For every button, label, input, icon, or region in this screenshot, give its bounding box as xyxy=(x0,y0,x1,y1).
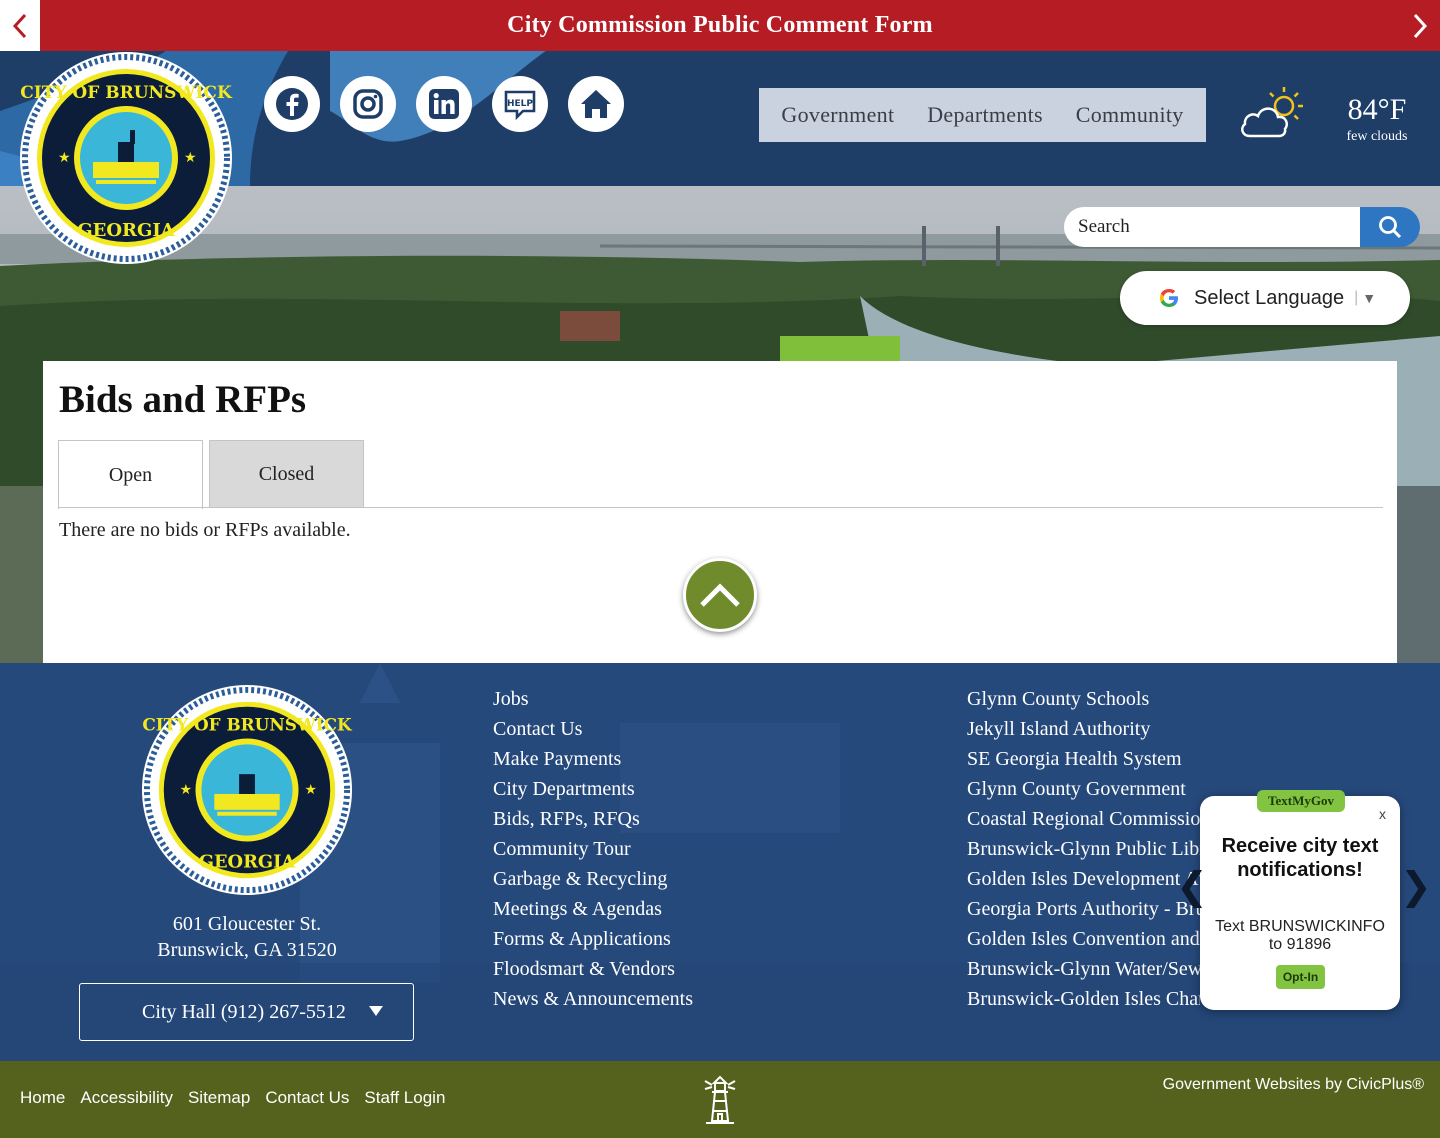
alert-prev-button[interactable] xyxy=(0,0,40,51)
tab-divider xyxy=(58,507,1383,508)
page-title: Bids and RFPs xyxy=(59,378,307,421)
external-link[interactable]: Glynn County Schools xyxy=(967,686,1200,716)
tab-closed[interactable]: Closed xyxy=(209,440,364,508)
google-icon xyxy=(1160,289,1178,307)
weather-temperature: 84°F xyxy=(1347,93,1407,126)
carousel-next-arrow[interactable]: ❯ xyxy=(1400,864,1432,908)
linkedin-icon xyxy=(429,89,459,119)
language-selector[interactable]: Select Language | ▼ xyxy=(1120,271,1410,325)
seal-bottom-text: GEORGIA xyxy=(77,220,176,241)
language-separator: | xyxy=(1354,289,1359,306)
close-icon[interactable]: x xyxy=(1379,806,1386,822)
bottom-link-sitemap[interactable]: Sitemap xyxy=(188,1088,250,1108)
external-link[interactable]: SE Georgia Health System xyxy=(967,746,1200,776)
facebook-icon xyxy=(276,88,308,120)
alert-link[interactable]: City Commission Public Comment Form xyxy=(507,12,933,39)
external-link[interactable]: Coastal Regional Commission xyxy=(967,806,1200,836)
partly-cloudy-icon xyxy=(1241,87,1303,138)
external-link[interactable]: Glynn County Government xyxy=(967,776,1200,806)
footer-link-forms[interactable]: Forms & Applications xyxy=(493,926,693,956)
nav-community[interactable]: Community xyxy=(1076,102,1184,128)
tab-open[interactable]: Open xyxy=(58,440,203,509)
weather-condition: few clouds xyxy=(1346,129,1408,144)
bottom-link-contact[interactable]: Contact Us xyxy=(265,1088,349,1108)
footer-link-meetings[interactable]: Meetings & Agendas xyxy=(493,896,693,926)
footer-seal-top-text: CITY OF BRUNSWICK xyxy=(142,715,353,735)
bottom-bar: Home Accessibility Sitemap Contact Us St… xyxy=(0,1061,1440,1138)
bottom-links: Home Accessibility Sitemap Contact Us St… xyxy=(20,1088,445,1108)
svg-text:★: ★ xyxy=(304,782,316,798)
caret-down-icon: ▼ xyxy=(1362,290,1377,306)
linkedin-link[interactable] xyxy=(416,76,472,132)
textmygov-instructions: Text BRUNSWICKINFO to 91896 xyxy=(1215,918,1385,953)
external-link[interactable]: Golden Isles Development Authority xyxy=(967,866,1200,896)
address-street: 601 Gloucester St. xyxy=(172,913,322,935)
external-link[interactable]: Golden Isles Convention and Visitors Bur… xyxy=(967,926,1200,956)
search-icon xyxy=(1379,216,1402,239)
nav-departments[interactable]: Departments xyxy=(927,102,1043,128)
search-input[interactable] xyxy=(1064,207,1360,247)
alert-bar: City Commission Public Comment Form xyxy=(0,0,1440,51)
phone-dropdown[interactable]: City Hall (912) 267-5512 xyxy=(79,983,414,1041)
footer-seal-bottom-text: GEORGIA xyxy=(199,851,297,872)
address-city: Brunswick, GA 31520 xyxy=(157,939,337,961)
external-link[interactable]: Brunswick-Glynn Public Library xyxy=(967,836,1200,866)
svg-text:★: ★ xyxy=(58,150,71,166)
seal-top-text: CITY OF BRUNSWICK xyxy=(20,83,233,103)
footer-link-bids[interactable]: Bids, RFPs, RFQs xyxy=(493,806,693,836)
help-icon-label: HELP xyxy=(507,99,533,109)
footer-link-floodsmart[interactable]: Floodsmart & Vendors xyxy=(493,956,693,986)
external-link[interactable]: Brunswick-Golden Isles Chamber xyxy=(967,986,1200,1016)
opt-in-button[interactable]: Opt-In xyxy=(1276,965,1325,989)
help-icon: HELP xyxy=(504,90,536,121)
chevron-left-icon xyxy=(12,13,27,38)
civicplus-credit-link[interactable]: Government Websites by CivicPlus® xyxy=(1163,1076,1424,1094)
footer-link-contact[interactable]: Contact Us xyxy=(493,716,693,746)
textmygov-popup: TextMyGov x Receive city text notificati… xyxy=(1200,790,1400,1010)
external-link[interactable]: Jekyll Island Authority xyxy=(967,716,1200,746)
external-link[interactable]: Brunswick-Glynn Water/Sewer xyxy=(967,956,1200,986)
facebook-link[interactable] xyxy=(264,76,320,132)
caret-down-icon xyxy=(369,1006,383,1016)
footer-link-garbage[interactable]: Garbage & Recycling xyxy=(493,866,693,896)
search-button[interactable] xyxy=(1360,207,1420,247)
footer-quick-links: Jobs Contact Us Make Payments City Depar… xyxy=(493,686,693,1016)
bottom-link-accessibility[interactable]: Accessibility xyxy=(80,1088,173,1108)
phone-label: City Hall (912) 267-5512 xyxy=(142,1000,346,1023)
footer-link-news[interactable]: News & Announcements xyxy=(493,986,693,1016)
help-link[interactable]: HELP xyxy=(492,76,548,132)
home-icon xyxy=(581,90,611,118)
bottom-link-staff-login[interactable]: Staff Login xyxy=(364,1088,445,1108)
chevron-right-icon xyxy=(1413,13,1428,38)
lighthouse-icon xyxy=(704,1075,736,1124)
carousel-prev-arrow[interactable]: ❮ xyxy=(1176,864,1208,908)
language-label: Select Language xyxy=(1194,286,1345,309)
main-content: Bids and RFPs Open Closed There are no b… xyxy=(43,361,1397,663)
nav-government[interactable]: Government xyxy=(781,102,894,128)
city-seal-logo[interactable]: CITY OF BRUNSWICK GEORGIA ★ ★ xyxy=(18,50,234,266)
footer-external-links: Glynn County Schools Jekyll Island Autho… xyxy=(967,686,1200,1016)
alert-next-button[interactable] xyxy=(1400,0,1440,51)
svg-text:★: ★ xyxy=(180,782,192,798)
footer-link-tour[interactable]: Community Tour xyxy=(493,836,693,866)
chevron-up-icon xyxy=(700,583,740,607)
instagram-link[interactable] xyxy=(340,76,396,132)
home-link[interactable] xyxy=(568,76,624,132)
search-bar xyxy=(1064,207,1420,247)
textmygov-logo: TextMyGov xyxy=(1257,790,1345,812)
main-nav: Government Departments Community xyxy=(759,88,1206,142)
back-to-top-button[interactable] xyxy=(683,558,757,632)
bottom-link-home[interactable]: Home xyxy=(20,1088,65,1108)
footer-seal-logo: CITY OF BRUNSWICK GEORGIA ★ ★ xyxy=(141,684,353,896)
instagram-icon xyxy=(353,89,383,119)
svg-text:★: ★ xyxy=(184,150,197,166)
footer-link-jobs[interactable]: Jobs xyxy=(493,686,693,716)
textmygov-heading: Receive city text notifications! xyxy=(1221,835,1379,881)
footer-link-departments[interactable]: City Departments xyxy=(493,776,693,806)
footer-link-payments[interactable]: Make Payments xyxy=(493,746,693,776)
external-link[interactable]: Georgia Ports Authority - Brunswick xyxy=(967,896,1200,926)
empty-message: There are no bids or RFPs available. xyxy=(59,519,351,541)
